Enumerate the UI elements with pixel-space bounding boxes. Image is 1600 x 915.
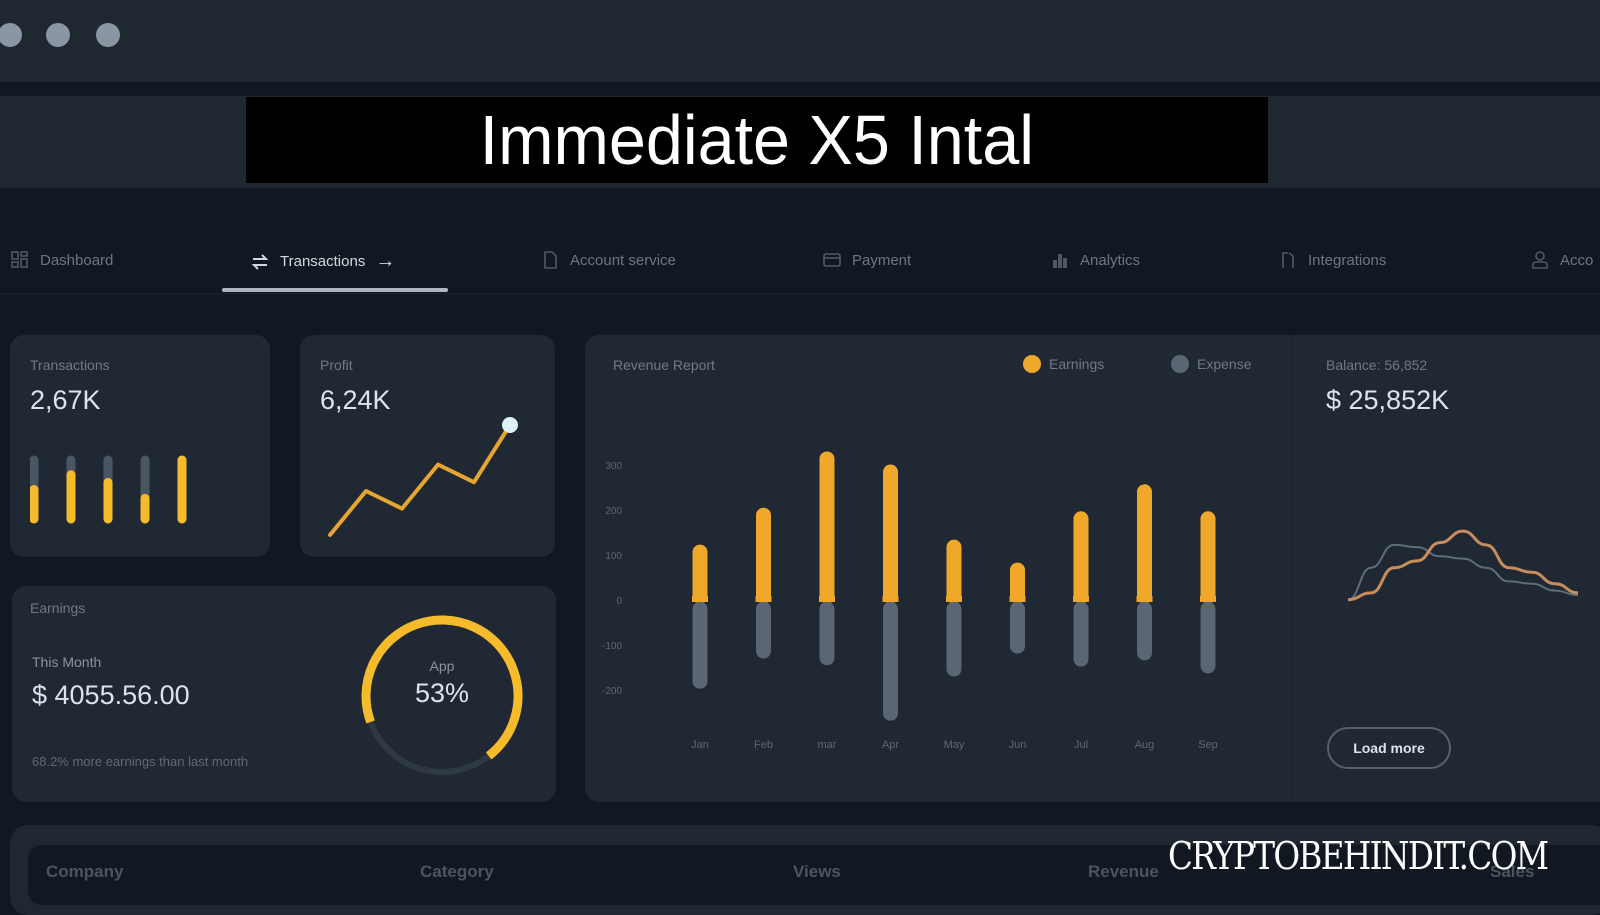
y-tick-label: -100 [602, 641, 622, 652]
watermark: CRYPTOBEHINDIT.COM [1168, 834, 1549, 878]
x-tick-label: Feb [754, 739, 773, 751]
mini-bar-chart [30, 455, 187, 524]
earnings-bar-base [1073, 596, 1089, 602]
earnings-card: Earnings This Month $ 4055.56.00 68.2% m… [12, 586, 556, 802]
tab-payment[interactable]: Payment [822, 250, 911, 270]
x-tick-label: Jan [691, 739, 709, 751]
nav-tabs: Dashboard Transactions → Account service… [0, 230, 1600, 294]
x-tick-label: Sep [1198, 739, 1218, 751]
earnings-bar-base [1200, 596, 1216, 602]
title-banner: Immediate X5 Intal [246, 97, 1268, 183]
x-tick-label: Jun [1009, 739, 1027, 751]
document-icon [544, 251, 557, 269]
transactions-card: Transactions 2,67K [10, 335, 270, 557]
tab-analytics[interactable]: Analytics [1050, 250, 1140, 270]
grid-icon [11, 251, 28, 268]
legend-swatch [1023, 355, 1041, 373]
window-maximize-button[interactable] [96, 23, 120, 47]
card-icon [823, 253, 841, 267]
legend-label: Expense [1197, 356, 1252, 372]
period-label: This Month [32, 654, 102, 670]
y-tick-label: 200 [605, 506, 622, 517]
card-title: Earnings [30, 600, 86, 616]
earnings-bar-base [946, 596, 962, 602]
column-header-category[interactable]: Category [420, 862, 494, 882]
earnings-bar-base [819, 596, 835, 602]
balance-label: Balance: 56,852 [1326, 357, 1428, 373]
card-value: 6,24K [320, 385, 391, 415]
legend-label: Earnings [1049, 356, 1105, 372]
window-titlebar [0, 0, 1600, 82]
tab-dashboard[interactable]: Dashboard [10, 250, 113, 270]
earnings-bar-base [1009, 596, 1026, 602]
chart-title: Revenue Report [613, 357, 715, 373]
card-title: Profit [320, 357, 353, 373]
card-value: 2,67K [30, 385, 101, 415]
tab-label: Acco [1560, 251, 1594, 269]
y-tick-label: 0 [616, 596, 622, 607]
arrow-right-icon: → [375, 250, 396, 272]
tab-label: Payment [852, 251, 912, 269]
column-header-company[interactable]: Company [46, 862, 123, 882]
tab-label: Transactions [280, 253, 366, 270]
donut-label: App [429, 658, 455, 674]
profit-sparkline [328, 417, 518, 537]
branch-icon [1282, 252, 1294, 268]
tab-label: Account service [570, 251, 676, 269]
column-header-revenue[interactable]: Revenue [1088, 862, 1159, 882]
earnings-amount: $ 4055.56.00 [32, 680, 190, 710]
window-minimize-button[interactable] [46, 23, 70, 47]
x-tick-label: mar [818, 739, 837, 751]
x-tick-label: May [944, 739, 965, 751]
x-tick-label: Jul [1074, 739, 1088, 751]
x-tick-label: Apr [882, 739, 899, 751]
load-more-button[interactable]: Load more [1327, 727, 1451, 769]
tab-account-service[interactable]: Account service [540, 250, 676, 270]
swap-arrows-icon [251, 253, 269, 270]
card-divider [1291, 335, 1292, 802]
tab-integrations[interactable]: Integrations [1278, 250, 1386, 270]
active-tab-indicator [222, 288, 448, 292]
legend-earnings[interactable]: Earnings [1023, 355, 1104, 373]
profit-card: Profit 6,24K [300, 335, 555, 557]
legend-expense[interactable]: Expense [1171, 355, 1251, 373]
earnings-bar-base [1136, 596, 1153, 602]
bar-chart-icon [1053, 254, 1067, 268]
earnings-bar-base [755, 596, 772, 602]
card-title: Transactions [30, 357, 110, 373]
y-tick-label: -200 [602, 686, 622, 697]
legend-swatch [1171, 355, 1189, 373]
tab-label: Analytics [1080, 251, 1141, 269]
banner-title: Immediate X5 Intal [479, 101, 1035, 179]
sparkline-endpoint [502, 417, 518, 433]
tab-transactions[interactable]: Transactions → [250, 250, 395, 273]
column-header-views[interactable]: Views [793, 862, 841, 882]
tab-account[interactable]: Acco [1530, 250, 1593, 270]
balance-line-b [1347, 543, 1579, 601]
balance-line-a [1347, 529, 1579, 602]
user-icon [1532, 251, 1548, 269]
tab-label: Dashboard [40, 251, 114, 269]
x-tick-label: Aug [1135, 739, 1155, 751]
balance-line-chart [1347, 529, 1579, 602]
donut-value: 53% [414, 678, 470, 708]
earnings-bar-base [882, 596, 899, 602]
earnings-bar-base [692, 596, 708, 602]
y-tick-label: 300 [605, 461, 622, 472]
tab-label: Integrations [1308, 251, 1387, 269]
window-close-button[interactable] [0, 23, 22, 47]
sparkline-path [328, 423, 512, 537]
y-tick-label: 100 [605, 551, 622, 562]
earnings-note: 68.2% more earnings than last month [32, 754, 249, 769]
revenue-bar-chart: 300 200 100 0 -100 -200 Jan Feb mar Apr May Jun Jul A… [602, 451, 1218, 751]
balance-value: $ 25,852K [1326, 385, 1450, 415]
